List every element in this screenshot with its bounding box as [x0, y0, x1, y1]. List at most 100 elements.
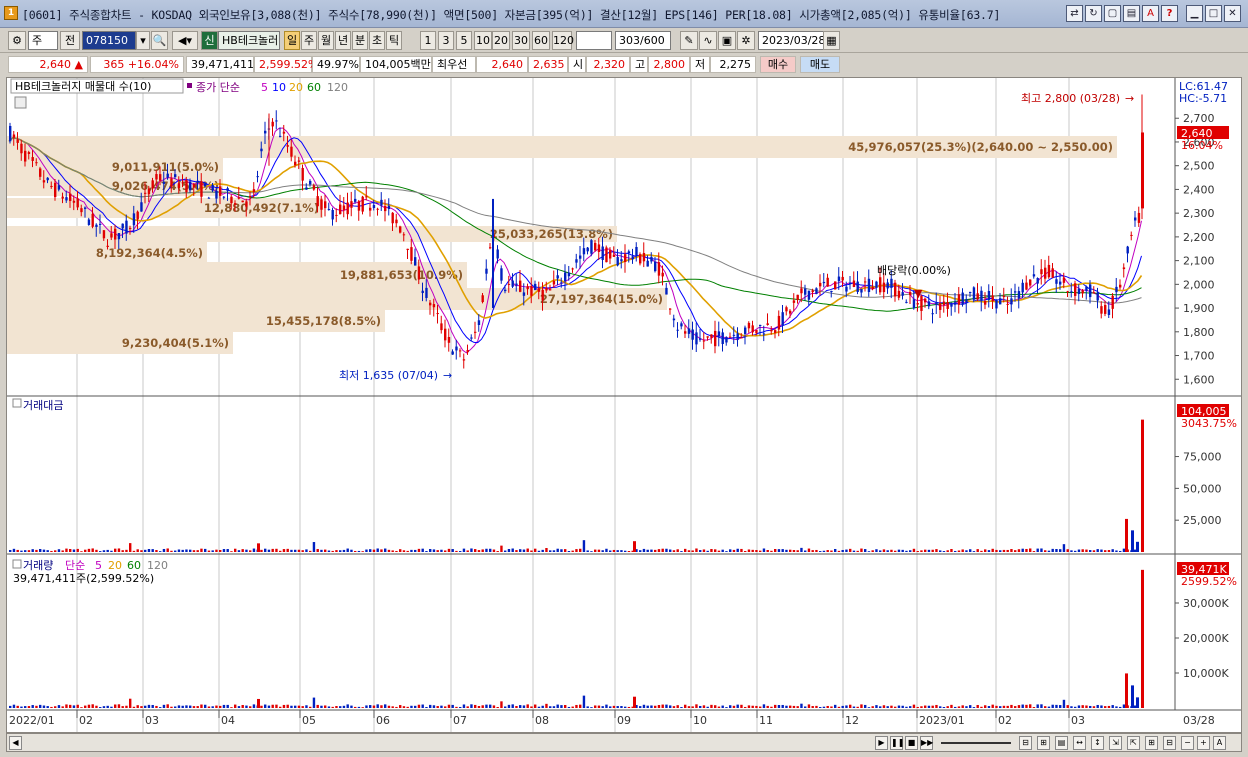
play-icon[interactable]: ▶ [875, 736, 888, 750]
market-select[interactable]: 주 [28, 31, 58, 50]
amount-bar [147, 549, 151, 552]
amount-bar [361, 551, 364, 552]
volume-bar [875, 705, 878, 708]
close-icon[interactable]: ✕ [1224, 5, 1241, 22]
window-icon[interactable]: ▢ [1104, 5, 1121, 22]
help-icon[interactable]: ? [1161, 5, 1178, 22]
candle-body [567, 272, 571, 277]
maximize-icon[interactable]: □ [1205, 5, 1222, 22]
prev-button[interactable]: 전 [60, 31, 80, 50]
period-button[interactable]: 년 [335, 31, 351, 50]
buy-button[interactable]: 매수 [760, 56, 796, 73]
volume-bar [1074, 706, 1077, 708]
stock-chart[interactable]: 45,976,057(25.3%)(2,640.00 ~ 2,550.00) 9,… [7, 78, 1241, 732]
interval-button[interactable]: 1 [420, 31, 436, 50]
alert-icon[interactable]: A [1142, 5, 1159, 22]
volume-bar [950, 704, 953, 708]
zoom-in-icon[interactable]: + [1197, 736, 1210, 750]
amount-bar [534, 548, 537, 552]
range-tool-icon[interactable]: ⊞ [1037, 736, 1050, 750]
amount-bar [399, 549, 402, 552]
sell-button[interactable]: 매도 [800, 56, 840, 73]
period-button[interactable]: 월 [318, 31, 334, 50]
amount-bar [481, 549, 484, 552]
x-tick-label: 08 [535, 714, 549, 727]
date-input[interactable]: 2023/03/28 [758, 31, 825, 50]
zoom-out-icon[interactable]: − [1181, 736, 1194, 750]
fast-forward-icon[interactable]: ▶▶ [920, 736, 933, 750]
chart-area[interactable]: 45,976,057(25.3%)(2,640.00 ~ 2,550.00) 9,… [6, 77, 1242, 733]
amount-bar [939, 550, 942, 552]
calendar-icon[interactable]: ▦ [823, 31, 840, 50]
amount-bar [237, 550, 241, 552]
interval-input[interactable] [576, 31, 612, 50]
stock-menu-icon[interactable]: ⚙ [8, 31, 26, 50]
volume-bar [257, 698, 260, 708]
fit-tool-icon[interactable]: ▤ [1055, 736, 1068, 750]
candle-body [256, 176, 259, 178]
scroll-bar[interactable]: ◀ ▶ ❚❚ ■ ▶▶ ⊟ ⊞ ▤ ↔ ↕ ⇲ ⇱ ⊞ ⊟ − + A [6, 733, 1242, 752]
amount-bar [897, 549, 901, 552]
scroll-left-icon[interactable]: ◀ [9, 736, 22, 750]
pause-icon[interactable]: ❚❚ [890, 736, 904, 750]
speaker-icon[interactable]: ◀▾ [172, 31, 198, 50]
interval-button[interactable]: 10 [474, 31, 492, 50]
candle-body [346, 202, 349, 215]
settings-icon[interactable]: ✲ [737, 31, 755, 50]
stretch-icon[interactable]: ⇱ [1127, 736, 1140, 750]
candle-body [192, 183, 196, 188]
interval-button[interactable]: 120 [552, 31, 574, 50]
volume-bar [267, 705, 271, 708]
sin-button[interactable]: 신 [201, 31, 218, 50]
high-price: 2,800 [648, 56, 690, 73]
layout-icon[interactable]: ⊞ [1145, 736, 1158, 750]
amount-bar [976, 549, 979, 552]
period-button[interactable]: 주 [301, 31, 317, 50]
speed-slider[interactable] [941, 742, 1011, 744]
search-icon[interactable]: 🔍 [151, 31, 168, 50]
period-button[interactable]: 분 [352, 31, 368, 50]
expand-h-icon[interactable]: ↔ [1073, 736, 1086, 750]
amount-bar [957, 550, 961, 552]
period-button[interactable]: 틱 [386, 31, 402, 50]
y-tick-label: 2,300 [1183, 207, 1215, 220]
shrink-icon[interactable]: ⇲ [1109, 736, 1122, 750]
amount-bar [1131, 530, 1134, 552]
period-button[interactable]: 일 [284, 31, 300, 50]
grid-toggle-icon[interactable] [14, 96, 27, 109]
interval-button[interactable]: 20 [492, 31, 510, 50]
volume-bar [1104, 706, 1107, 708]
interval-button[interactable]: 3 [438, 31, 454, 50]
volume-bar [871, 706, 874, 708]
stop-icon[interactable]: ■ [905, 736, 918, 750]
amount-panel-marker [12, 398, 22, 408]
refresh-icon[interactable]: ↻ [1085, 5, 1102, 22]
candle-body [294, 161, 297, 166]
stock-code-input[interactable]: 078150 [82, 31, 136, 50]
candle-body [811, 290, 814, 293]
candle-body [965, 299, 968, 303]
interval-button[interactable]: 60 [532, 31, 550, 50]
count-field[interactable]: 303/600 [615, 31, 671, 50]
candle-body [564, 272, 567, 282]
zoom-tool-icon[interactable]: ⊟ [1019, 736, 1032, 750]
volume-bar [372, 705, 376, 708]
auto-scale-icon[interactable]: A [1213, 736, 1226, 750]
interval-button[interactable]: 30 [512, 31, 530, 50]
print-icon[interactable]: ▤ [1123, 5, 1140, 22]
minimize-icon[interactable]: ▁ [1186, 5, 1203, 22]
chevron-down-icon[interactable]: ▾ [136, 31, 150, 50]
interval-button[interactable]: 5 [456, 31, 472, 50]
line-tool-icon[interactable]: ∿ [699, 31, 717, 50]
period-button[interactable]: 초 [369, 31, 385, 50]
link-icon[interactable]: ⇄ [1066, 5, 1083, 22]
candle-body [429, 302, 432, 306]
candle-body [496, 249, 499, 259]
tool-icon[interactable]: ✎ [680, 31, 698, 50]
save-icon[interactable]: ▣ [718, 31, 736, 50]
candle-body [999, 298, 1002, 305]
scale-icon[interactable]: ⊟ [1163, 736, 1176, 750]
amount-bar [451, 549, 454, 552]
amount-bar [72, 549, 76, 552]
expand-v-icon[interactable]: ↕ [1091, 736, 1104, 750]
